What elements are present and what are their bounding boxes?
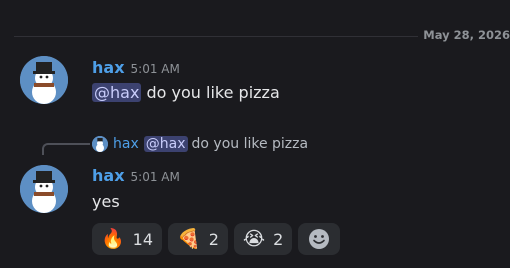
- reaction-fire[interactable]: 🔥 14: [92, 223, 163, 255]
- divider-date: May 28, 2026: [423, 28, 510, 42]
- fire-icon: 🔥: [101, 227, 125, 250]
- divider-line: [14, 36, 418, 37]
- reply-author[interactable]: hax: [113, 136, 139, 152]
- snowman-icon: [20, 165, 68, 213]
- user-mention[interactable]: @hax: [92, 83, 142, 102]
- pizza-icon: 🍕: [177, 227, 201, 250]
- add-reaction-button[interactable]: [298, 223, 341, 255]
- crying-face-icon: 😭: [242, 227, 266, 250]
- smiley-icon: [309, 229, 330, 249]
- reaction-count: 2: [208, 229, 219, 249]
- avatar[interactable]: [20, 165, 68, 213]
- reaction-crying[interactable]: 😭 2: [233, 223, 293, 255]
- reaction-pizza[interactable]: 🍕 2: [168, 223, 228, 255]
- message-content: yes: [92, 192, 120, 211]
- author-name[interactable]: hax: [92, 166, 125, 185]
- reactions-bar: 🔥 14 🍕 2 😭 2: [92, 223, 341, 255]
- reaction-count: 14: [132, 229, 154, 249]
- reply-avatar: [92, 136, 108, 152]
- message-text: yes: [92, 192, 120, 211]
- message-content: @hax do you like pizza: [92, 83, 280, 102]
- avatar[interactable]: [20, 56, 68, 104]
- message-text: do you like pizza: [146, 83, 280, 102]
- snowman-icon: [92, 136, 108, 152]
- timestamp: 5:01 AM: [130, 170, 180, 184]
- snowman-icon: [20, 56, 68, 104]
- date-divider: May 28, 2026: [14, 28, 510, 46]
- reaction-count: 2: [273, 229, 284, 249]
- message-header: hax 5:01 AM: [92, 58, 180, 77]
- message-header: hax 5:01 AM: [92, 166, 180, 185]
- reply-spine: [42, 143, 90, 155]
- timestamp: 5:01 AM: [130, 62, 180, 76]
- reply-preview[interactable]: hax @hax do you like pizza: [92, 134, 308, 154]
- author-name[interactable]: hax: [92, 58, 125, 77]
- reply-mention[interactable]: @hax: [143, 136, 188, 152]
- reply-text: do you like pizza: [191, 136, 309, 152]
